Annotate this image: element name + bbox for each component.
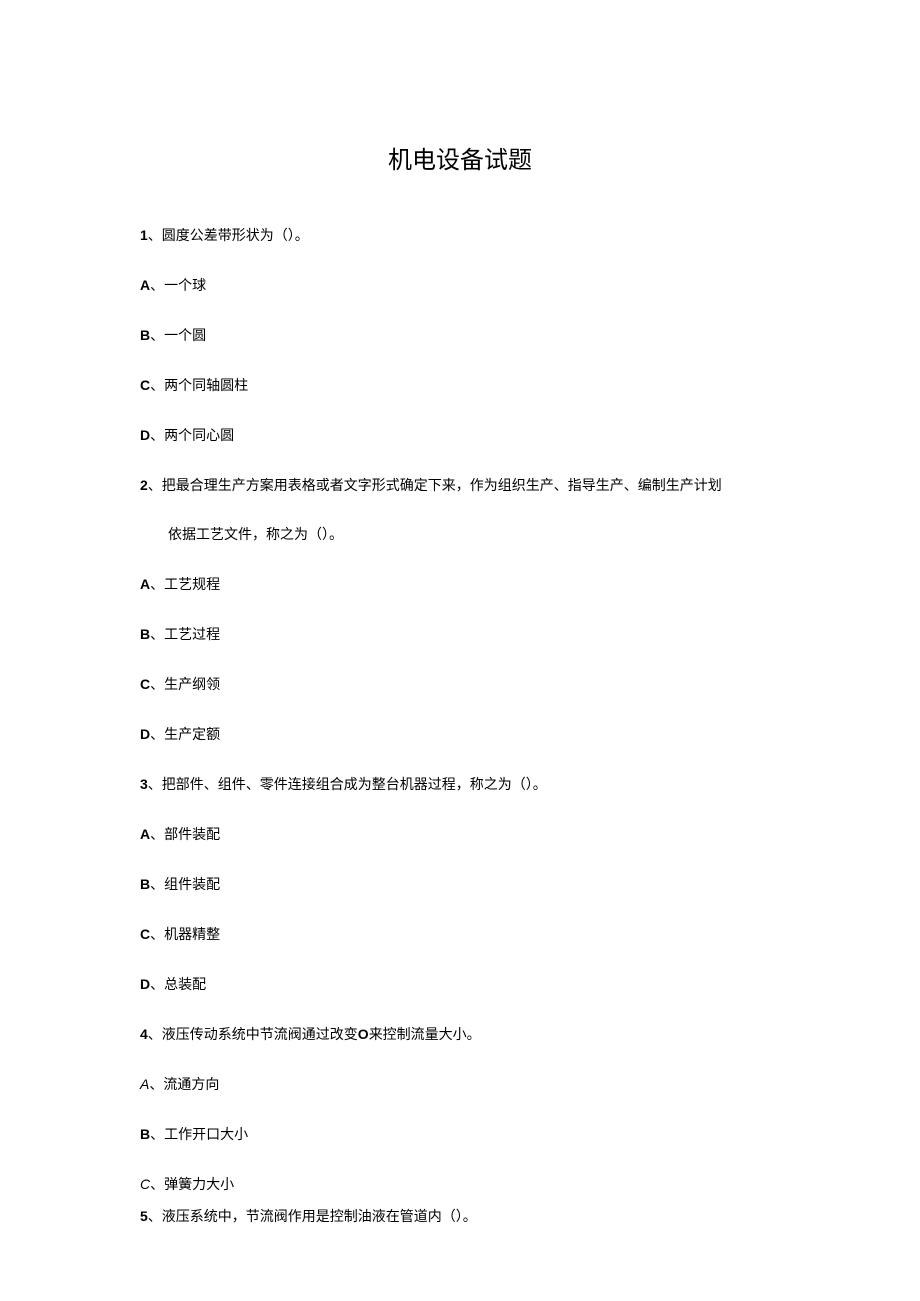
document-title: 机电设备试题 — [140, 140, 780, 175]
option-text: 、两个同轴圆柱 — [150, 379, 248, 394]
option-text: 、机器精整 — [150, 928, 220, 943]
option-3-c: C、机器精整 — [140, 924, 780, 946]
option-text: 、一个球 — [150, 279, 206, 294]
option-text: 、总装配 — [150, 978, 206, 993]
question-bold-part: O — [358, 1026, 369, 1042]
question-text: 、圆度公差带形状为（）。 — [148, 229, 309, 244]
question-1: 1、圆度公差带形状为（）。 — [140, 225, 780, 247]
option-label: B — [140, 626, 150, 642]
option-text: 、流通方向 — [149, 1078, 219, 1093]
option-4-a: A、流通方向 — [140, 1074, 780, 1096]
option-2-a: A、工艺规程 — [140, 574, 780, 596]
question-3: 3、把部件、组件、零件连接组合成为整台机器过程，称之为（）。 — [140, 774, 780, 796]
option-3-b: B、组件装配 — [140, 874, 780, 896]
option-label: A — [140, 277, 150, 293]
option-text: 、工艺规程 — [150, 578, 220, 593]
option-text: 、弹簧力大小 — [150, 1178, 234, 1193]
option-text: 、工艺过程 — [150, 628, 220, 643]
option-label: D — [140, 726, 150, 742]
option-1-d: D、两个同心圆 — [140, 425, 780, 447]
option-1-a: A、一个球 — [140, 275, 780, 297]
question-text: 来控制流量大小。 — [369, 1028, 481, 1043]
option-label: A — [140, 576, 150, 592]
question-number: 3 — [140, 776, 148, 792]
option-text: 、生产定额 — [150, 728, 220, 743]
question-2: 2、把最合理生产方案用表格或者文字形式确定下来，作为组织生产、指导生产、编制生产… — [140, 475, 780, 497]
option-2-d: D、生产定额 — [140, 724, 780, 746]
question-text: 、液压传动系统中节流阀通过改变 — [148, 1028, 358, 1043]
option-3-a: A、部件装配 — [140, 824, 780, 846]
option-label: C — [140, 377, 150, 393]
option-text: 、部件装配 — [150, 828, 220, 843]
option-text: 、工作开口大小 — [150, 1128, 248, 1143]
question-number: 1 — [140, 227, 148, 243]
option-text: 、两个同心圆 — [150, 429, 234, 444]
option-text: 、生产纲领 — [150, 678, 220, 693]
option-label: C — [140, 1176, 150, 1192]
option-2-b: B、工艺过程 — [140, 624, 780, 646]
option-label: C — [140, 926, 150, 942]
question-text: 、液压系统中，节流阀作用是控制油液在管道内（）。 — [148, 1210, 477, 1225]
document-page: 机电设备试题 1、圆度公差带形状为（）。 A、一个球 B、一个圆 C、两个同轴圆… — [0, 0, 920, 1228]
option-label: D — [140, 976, 150, 992]
option-1-c: C、两个同轴圆柱 — [140, 375, 780, 397]
option-text: 、一个圆 — [150, 329, 206, 344]
question-text: 、把最合理生产方案用表格或者文字形式确定下来，作为组织生产、指导生产、编制生产计… — [148, 479, 722, 494]
option-label: A — [140, 826, 150, 842]
option-text: 、组件装配 — [150, 878, 220, 893]
option-label: B — [140, 327, 150, 343]
question-4: 4、液压传动系统中节流阀通过改变O来控制流量大小。 — [140, 1024, 780, 1046]
option-3-d: D、总装配 — [140, 974, 780, 996]
question-text: 、把部件、组件、零件连接组合成为整台机器过程，称之为（）。 — [148, 778, 547, 793]
question-text: 依据工艺文件，称之为（）。 — [168, 528, 343, 543]
option-label: A — [140, 1076, 149, 1092]
option-label: B — [140, 876, 150, 892]
question-2-cont: 依据工艺文件，称之为（）。 — [140, 525, 780, 546]
question-number: 5 — [140, 1208, 148, 1224]
option-label: C — [140, 676, 150, 692]
option-label: D — [140, 427, 150, 443]
option-2-c: C、生产纲领 — [140, 674, 780, 696]
question-number: 4 — [140, 1026, 148, 1042]
option-label: B — [140, 1126, 150, 1142]
question-number: 2 — [140, 477, 148, 493]
option-1-b: B、一个圆 — [140, 325, 780, 347]
option-4-c: C、弹簧力大小 — [140, 1174, 780, 1196]
option-4-b: B、工作开口大小 — [140, 1124, 780, 1146]
question-5: 5、液压系统中，节流阀作用是控制油液在管道内（）。 — [140, 1206, 780, 1228]
